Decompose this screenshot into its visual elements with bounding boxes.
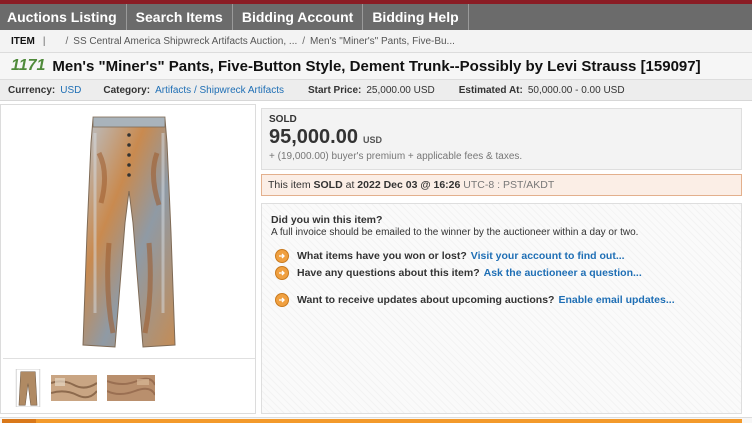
nav-search-items[interactable]: Search Items bbox=[127, 4, 233, 30]
sold-price-amount: 95,000.00 bbox=[269, 126, 358, 148]
category-label: Category: bbox=[103, 84, 151, 96]
help-text-updates: Want to receive updates about upcoming a… bbox=[297, 294, 555, 306]
lot-title: Men's "Miner's" Pants, Five-Button Style… bbox=[52, 57, 701, 75]
category-link[interactable]: Artifacts / Shipwreck Artifacts bbox=[155, 85, 284, 96]
sold-at-notice: This item SOLD at 2022 Dec 03 @ 16:26 UT… bbox=[261, 174, 742, 196]
thumbnail-detail-1[interactable] bbox=[51, 369, 97, 407]
breadcrumb-separator: / bbox=[302, 35, 306, 47]
help-text-won-lost: What items have you won or lost? bbox=[297, 250, 467, 262]
help-row-questions: Have any questions about this item? Ask … bbox=[271, 266, 732, 280]
help-row-won-lost: What items have you won or lost? Visit y… bbox=[271, 249, 732, 263]
item-details: SOLD 95,000.00 USD + (19,000.00) buyer's… bbox=[261, 104, 749, 414]
sold-price-box: SOLD 95,000.00 USD + (19,000.00) buyer's… bbox=[261, 108, 742, 170]
sold-status-label: SOLD bbox=[269, 114, 297, 125]
sold-at-timezone: UTC-8 : PST/AKDT bbox=[463, 179, 555, 191]
sold-at-status: SOLD bbox=[313, 179, 343, 191]
lot-meta-bar: Currency: USD Category: Artifacts / Ship… bbox=[0, 80, 752, 101]
sold-price-currency: USD bbox=[362, 135, 382, 145]
lot-number: 1171 bbox=[11, 57, 46, 74]
breadcrumb-item-label: ITEM bbox=[11, 35, 35, 47]
visit-account-link[interactable]: Visit your account to find out... bbox=[471, 250, 625, 262]
breadcrumb-auction-link[interactable]: SS Central America Shipwreck Artifacts A… bbox=[73, 36, 297, 47]
start-price-label: Start Price: bbox=[308, 84, 362, 96]
win-question-title: Did you win this item? bbox=[271, 214, 383, 226]
currency-label: Currency: bbox=[8, 84, 56, 96]
main-item-image[interactable] bbox=[3, 107, 255, 359]
nav-bidding-help[interactable]: Bidding Help bbox=[363, 4, 469, 30]
thumbnail-strip bbox=[3, 363, 255, 413]
currency-value[interactable]: USD bbox=[60, 85, 81, 96]
estimate-label: Estimated At: bbox=[458, 84, 523, 96]
thumbnail-front[interactable] bbox=[15, 369, 41, 407]
post-auction-help-box: Did you win this item? A full invoice sh… bbox=[261, 203, 742, 414]
sold-at-prefix: This item bbox=[268, 179, 311, 191]
help-text-questions: Have any questions about this item? bbox=[297, 267, 480, 279]
breadcrumb-divider: | bbox=[42, 35, 46, 47]
sold-at-datetime: 2022 Dec 03 @ 16:26 bbox=[357, 179, 461, 191]
pants-image bbox=[82, 116, 176, 348]
lot-title-bar: 1171 Men's "Miner's" Pants, Five-Button … bbox=[0, 53, 752, 80]
buyers-premium-note: + (19,000.00) buyer's premium + applicab… bbox=[269, 151, 523, 162]
ask-auctioneer-link[interactable]: Ask the auctioneer a question... bbox=[484, 267, 642, 279]
enable-email-updates-link[interactable]: Enable email updates... bbox=[558, 294, 674, 306]
main-nav: Auctions Listing Search Items Bidding Ac… bbox=[0, 4, 752, 30]
image-gallery bbox=[0, 104, 256, 414]
win-invoice-note: A full invoice should be emailed to the … bbox=[271, 227, 639, 238]
bottom-accent-tab bbox=[2, 419, 36, 423]
breadcrumb: ITEM | / SS Central America Shipwreck Ar… bbox=[0, 30, 752, 53]
nav-auctions-listing[interactable]: Auctions Listing bbox=[0, 4, 127, 30]
bottom-accent-bar bbox=[2, 419, 742, 423]
thumbnail-detail-2[interactable] bbox=[107, 369, 155, 407]
breadcrumb-item-link[interactable]: Men's "Miner's" Pants, Five-Bu... bbox=[310, 36, 455, 47]
price-row: 95,000.00 USD bbox=[269, 126, 734, 149]
nav-bidding-account[interactable]: Bidding Account bbox=[233, 4, 364, 30]
arrow-circle-icon bbox=[275, 293, 289, 307]
estimate-value: 50,000.00 - 0.00 USD bbox=[527, 84, 625, 96]
help-row-updates: Want to receive updates about upcoming a… bbox=[271, 293, 732, 307]
sold-at-mid: at bbox=[345, 179, 355, 191]
arrow-circle-icon bbox=[275, 249, 289, 263]
arrow-circle-icon bbox=[275, 266, 289, 280]
start-price-value: 25,000.00 USD bbox=[366, 84, 435, 96]
breadcrumb-separator: / bbox=[65, 35, 69, 47]
